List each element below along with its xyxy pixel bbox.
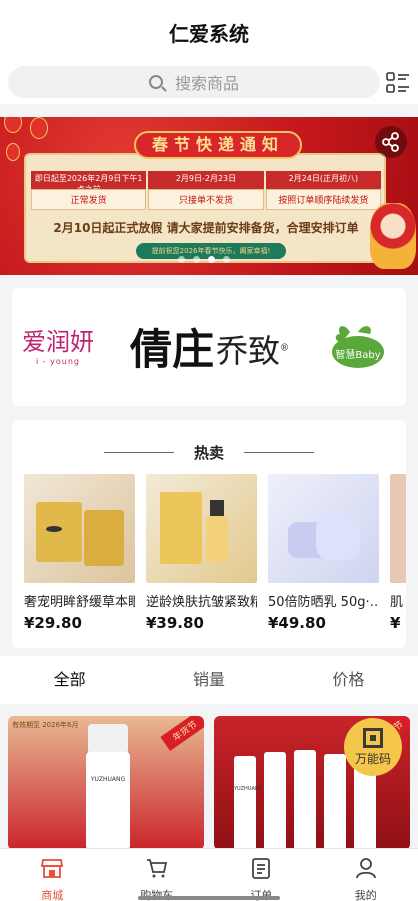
lantern-decoration	[4, 117, 22, 133]
product-brand-text: YUZHUANG	[234, 786, 263, 792]
lantern-decoration	[6, 143, 20, 161]
product-price: ¥29.80	[24, 614, 82, 632]
section-title: 热卖	[12, 442, 406, 463]
tab-orders[interactable]: 订单	[209, 849, 314, 901]
tab-profile[interactable]: 我的	[314, 849, 418, 901]
user-icon	[355, 858, 376, 879]
product-name: 逆龄焕肤抗皱紧致精华	[146, 595, 257, 610]
brand-logo-qiaozhi[interactable]: 乔致®	[216, 326, 289, 372]
sort-tabs: 全部 销量 价格	[0, 656, 418, 704]
product-name: 肌	[390, 595, 404, 610]
hot-section: 热卖 奢宠明眸舒缓草本眼膜 ¥29.80 逆龄焕肤抗皱紧致精华 ¥39.80 5…	[12, 420, 406, 648]
brand-name: 智慧Baby	[335, 348, 380, 361]
order-list-icon	[252, 858, 271, 879]
product-image	[24, 474, 135, 583]
product-card[interactable]: 奢宠明眸舒缓草本眼膜 ¥29.80	[24, 474, 135, 632]
product-image	[268, 474, 379, 583]
product-price: ¥49.80	[268, 614, 326, 632]
search-icon	[148, 75, 163, 89]
carousel-dot[interactable]	[178, 256, 185, 263]
expiry-tag: 有效期至 2026年6月	[12, 721, 79, 729]
tab-all[interactable]: 全部	[0, 656, 139, 704]
brand-logo-qianzhuang[interactable]: 倩庄	[130, 316, 214, 377]
promo-banner[interactable]: 即日起至2026年2月9日下午1点之前 2月9日-2月23日 2月24日(正月初…	[0, 117, 418, 275]
tab-price[interactable]: 价格	[279, 656, 418, 704]
product-name: 奢宠明眸舒缓草本眼膜	[24, 595, 135, 610]
product-brand-text: YUZHUANG	[90, 776, 126, 783]
schedule-statuses: 正常发货 只接单不发货 按照订单顺序陆续发货	[30, 189, 382, 210]
product-card[interactable]: 逆龄焕肤抗皱紧致精华 ¥39.80	[146, 474, 257, 632]
home-indicator	[138, 896, 280, 900]
carousel-dot-active[interactable]	[208, 256, 215, 263]
brand-subtitle: i - young	[35, 357, 81, 366]
product-card[interactable]: 肌 ¥	[390, 474, 406, 632]
fab-label: 万能码	[354, 752, 391, 766]
product-price: ¥	[390, 614, 401, 632]
qr-code-icon	[363, 728, 383, 748]
tab-cart[interactable]: 购物车	[105, 849, 210, 901]
carousel-indicator[interactable]	[178, 256, 230, 263]
page-title: 仁爱系统	[169, 22, 249, 46]
carousel-dot[interactable]	[223, 256, 230, 263]
brand-logo-zhihui-baby[interactable]: 智慧Baby	[330, 320, 386, 370]
brand-name: 爱润妍	[22, 328, 94, 356]
universal-code-button[interactable]: 万能码	[344, 718, 402, 776]
tab-label: 我的	[354, 889, 377, 901]
lantern-decoration	[30, 117, 48, 139]
lion-dance-illustration	[370, 203, 416, 269]
notice-card: 即日起至2026年2月9日下午1点之前 2月9日-2月23日 2月24日(正月初…	[24, 153, 386, 263]
brand-logo-aiyunyan[interactable]: 爱润妍 i - young	[22, 322, 94, 366]
banner-title: 春节快递通知	[134, 131, 302, 159]
holiday-notice: 2月10日起正式放假 请大家提前安排备货，合理安排订单	[53, 221, 359, 235]
product-image	[146, 474, 257, 583]
schedule-status: 正常发货	[31, 189, 147, 210]
bottom-tab-bar: 商城 购物车 订单 我的	[0, 848, 418, 901]
category-list-icon[interactable]	[386, 72, 410, 94]
share-icon	[382, 132, 399, 152]
schedule-status: 按照订单顺序陆续发货	[265, 189, 381, 210]
product-grid-item[interactable]: 有效期至 2026年6月 年货节 YUZHUANG	[8, 716, 204, 850]
tab-label: 商城	[41, 889, 64, 901]
share-button[interactable]	[375, 126, 407, 158]
search-placeholder: 搜索商品	[174, 74, 239, 93]
product-price: ¥39.80	[146, 614, 204, 632]
festival-badge: 年货节	[160, 716, 204, 751]
product-card[interactable]: 50倍防晒乳 50g·… ¥49.80	[268, 474, 379, 632]
cart-icon	[146, 859, 167, 878]
product-image	[390, 474, 406, 583]
product-name: 50倍防晒乳 50g·…	[268, 595, 379, 610]
brand-section: 爱润妍 i - young 倩庄 乔致® 智慧Baby	[12, 288, 406, 406]
brand-name: 乔致	[216, 332, 281, 370]
tab-sales[interactable]: 销量	[139, 656, 278, 704]
header: 仁爱系统 搜索商品	[0, 0, 418, 104]
search-input[interactable]: 搜索商品	[8, 66, 380, 98]
carousel-dot[interactable]	[193, 256, 200, 263]
tab-mall[interactable]: 商城	[0, 849, 105, 901]
store-icon	[41, 859, 64, 878]
schedule-status: 只接单不发货	[148, 189, 264, 210]
